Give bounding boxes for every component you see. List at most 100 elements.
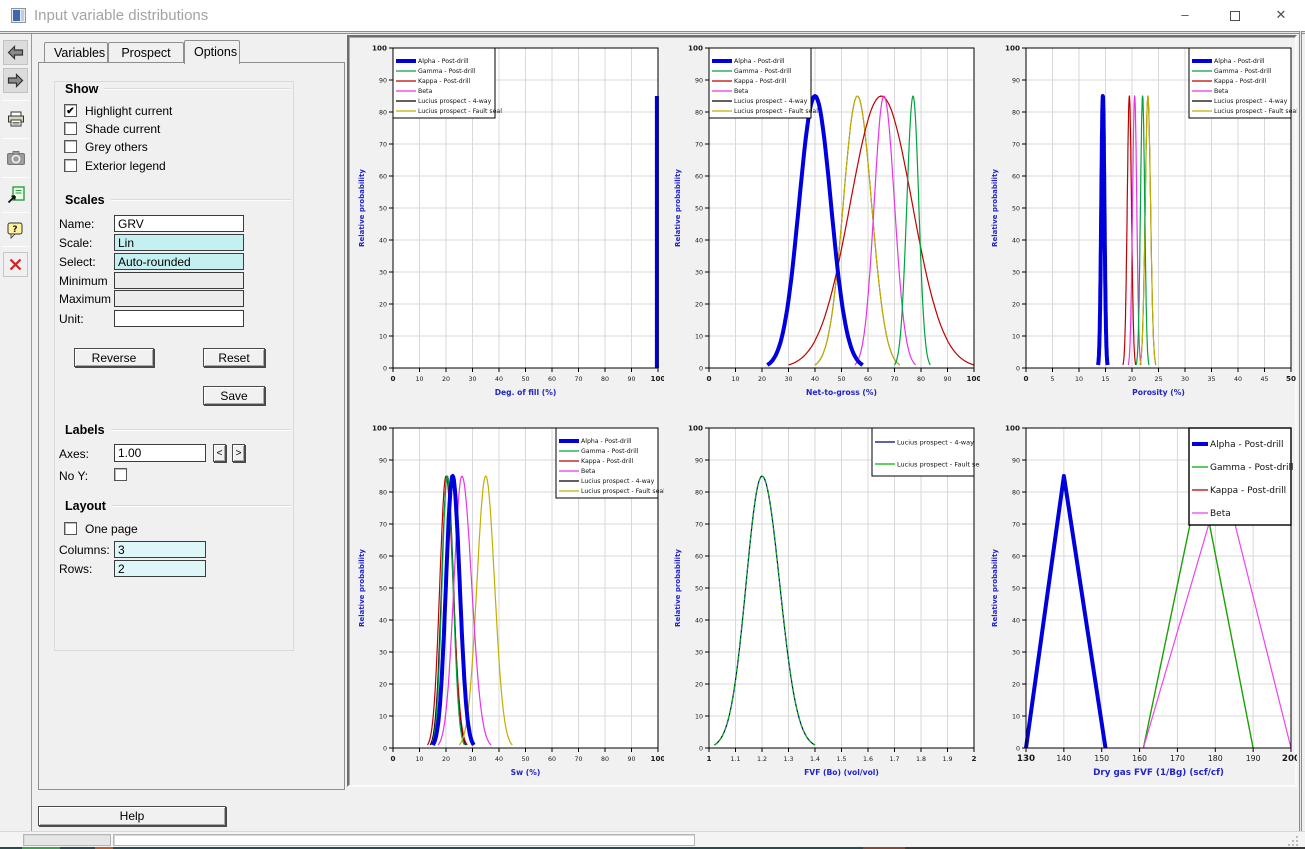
svg-text:10: 10 xyxy=(379,333,387,340)
svg-text:1.6: 1.6 xyxy=(863,756,873,763)
unit-field[interactable] xyxy=(114,310,244,327)
export-icon xyxy=(7,186,25,204)
forward-button[interactable] xyxy=(3,68,28,93)
svg-text:20: 20 xyxy=(1012,301,1020,308)
svg-text:2: 2 xyxy=(971,754,976,763)
select-label: Select: xyxy=(59,255,96,269)
help-button-toolbar[interactable]: ? xyxy=(3,218,28,243)
svg-text:100: 100 xyxy=(688,43,703,52)
one-page-label: One page xyxy=(85,522,138,536)
select-field[interactable] xyxy=(114,253,244,270)
axes-field[interactable] xyxy=(114,444,206,462)
svg-text:Lucius prospect - 4-way: Lucius prospect - 4-way xyxy=(418,98,492,105)
svg-text:5: 5 xyxy=(1050,376,1054,383)
tab-prospect-list[interactable]: Prospect list xyxy=(108,42,184,63)
svg-text:90: 90 xyxy=(379,77,387,84)
print-button[interactable] xyxy=(3,106,28,131)
reset-button[interactable]: Reset xyxy=(203,348,265,367)
svg-text:Alpha - Post-drill: Alpha - Post-drill xyxy=(734,58,785,65)
svg-text:30: 30 xyxy=(379,649,387,656)
svg-text:1.5: 1.5 xyxy=(836,756,846,763)
tab-variables[interactable]: Variables xyxy=(44,42,108,63)
svg-text:90: 90 xyxy=(943,376,951,383)
rows-label: Rows: xyxy=(59,562,92,576)
delete-button[interactable] xyxy=(3,252,28,277)
svg-text:Gamma - Post-drill: Gamma - Post-drill xyxy=(1214,68,1272,75)
svg-text:50: 50 xyxy=(521,376,529,383)
svg-text:100: 100 xyxy=(688,423,703,432)
maximize-button[interactable] xyxy=(1212,0,1258,30)
svg-text:Relative probability: Relative probability xyxy=(674,549,682,627)
svg-text:15: 15 xyxy=(1101,376,1109,383)
resize-grip[interactable] xyxy=(1286,836,1298,846)
svg-text:140: 140 xyxy=(1056,754,1071,763)
maximum-field[interactable] xyxy=(114,290,244,307)
tab-options[interactable]: Options xyxy=(184,40,240,64)
reverse-button[interactable]: Reverse xyxy=(74,348,154,367)
axes-decrement-button[interactable]: < xyxy=(213,444,226,462)
close-button[interactable]: ✕ xyxy=(1258,0,1304,30)
printer-icon xyxy=(7,111,25,127)
svg-text:0: 0 xyxy=(699,365,703,372)
no-y-label: No Y: xyxy=(59,469,88,483)
svg-text:Lucius prospect - 4-way: Lucius prospect - 4-way xyxy=(1214,98,1288,105)
snapshot-button[interactable] xyxy=(3,145,28,170)
svg-text:100: 100 xyxy=(650,754,664,763)
svg-text:30: 30 xyxy=(1181,376,1189,383)
svg-text:0: 0 xyxy=(383,365,387,372)
minimize-button[interactable]: – xyxy=(1162,0,1208,30)
svg-text:20: 20 xyxy=(379,681,387,688)
svg-text:90: 90 xyxy=(695,457,703,464)
charts-panel: Alpha - Post-drill Gamma - Post-drill Kapp… xyxy=(347,35,1297,787)
no-y-checkbox[interactable] xyxy=(114,468,127,481)
window-border-right xyxy=(1299,31,1302,849)
svg-text:35: 35 xyxy=(1207,376,1215,383)
svg-text:Lucius prospect - 4-way: Lucius prospect - 4-way xyxy=(897,438,974,446)
minimum-label: Minimum xyxy=(59,274,108,288)
scale-field[interactable] xyxy=(114,234,244,251)
minimum-field[interactable] xyxy=(114,272,244,289)
svg-text:Gamma - Post-drill: Gamma - Post-drill xyxy=(581,448,639,455)
shade-current-checkbox[interactable] xyxy=(64,122,77,135)
grey-others-checkbox[interactable] xyxy=(64,140,77,153)
svg-text:50: 50 xyxy=(1012,205,1020,212)
export-button[interactable] xyxy=(3,182,28,207)
svg-text:100: 100 xyxy=(966,374,980,383)
svg-text:20: 20 xyxy=(695,681,703,688)
unit-label: Unit: xyxy=(59,312,84,326)
svg-text:50: 50 xyxy=(1286,374,1296,383)
name-field[interactable] xyxy=(114,215,244,232)
svg-text:Beta: Beta xyxy=(581,468,595,475)
svg-text:Beta: Beta xyxy=(1214,88,1228,95)
svg-text:10: 10 xyxy=(379,713,387,720)
help-button[interactable]: Help xyxy=(38,806,226,826)
svg-text:Relative probability: Relative probability xyxy=(991,169,999,247)
svg-text:40: 40 xyxy=(811,376,819,383)
svg-text:Kappa - Post-drill: Kappa - Post-drill xyxy=(1210,486,1286,496)
svg-text:130: 130 xyxy=(1017,754,1035,764)
app-icon xyxy=(11,8,26,23)
arrow-right-icon xyxy=(7,73,24,88)
back-button[interactable] xyxy=(3,40,28,65)
svg-text:1: 1 xyxy=(706,754,711,763)
svg-text:Beta: Beta xyxy=(418,88,432,95)
exterior-legend-checkbox[interactable] xyxy=(64,159,77,172)
svg-text:0: 0 xyxy=(390,754,395,763)
svg-text:80: 80 xyxy=(1012,109,1020,116)
window-title: Input variable distributions xyxy=(34,7,208,24)
svg-text:10: 10 xyxy=(415,376,423,383)
svg-text:60: 60 xyxy=(695,173,703,180)
save-button[interactable]: Save xyxy=(203,386,265,405)
axes-increment-button[interactable]: > xyxy=(232,444,245,462)
svg-text:20: 20 xyxy=(758,376,766,383)
chart-deg-of-fill: Alpha - Post-drillGamma - Post-drillKapp… xyxy=(352,40,664,412)
svg-text:Relative probability: Relative probability xyxy=(358,549,366,627)
rows-field[interactable] xyxy=(114,560,206,577)
svg-text:Beta: Beta xyxy=(1210,509,1231,519)
svg-text:40: 40 xyxy=(379,617,387,624)
svg-text:Lucius prospect - Fault seal: Lucius prospect - Fault seal xyxy=(897,460,980,468)
axes-label: Axes: xyxy=(59,447,89,461)
columns-field[interactable] xyxy=(114,541,206,558)
highlight-current-checkbox[interactable]: ✔ xyxy=(64,104,77,117)
one-page-checkbox[interactable] xyxy=(64,522,77,535)
